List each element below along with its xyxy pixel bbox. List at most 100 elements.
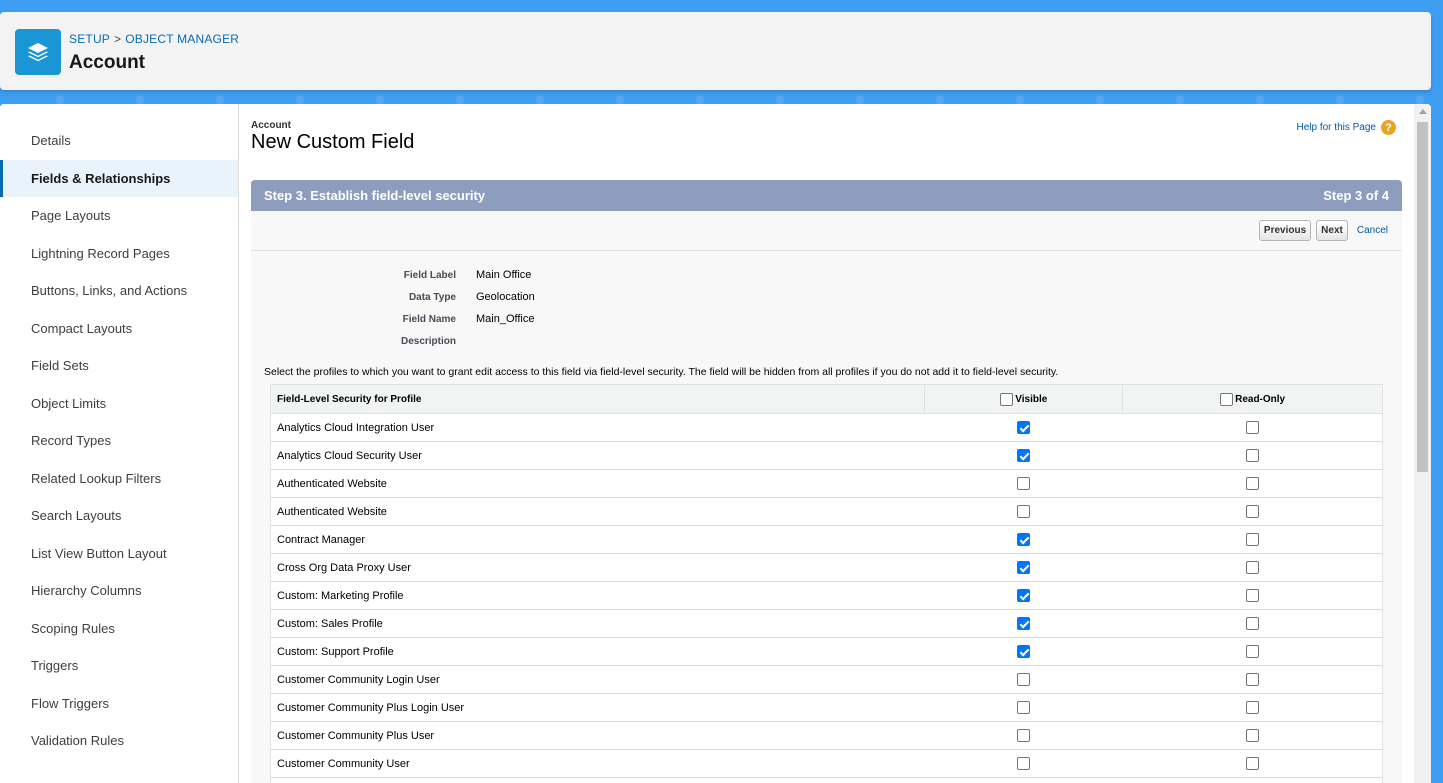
sidebar-item-list-view-button-layout[interactable]: List View Button Layout: [0, 535, 238, 573]
visible-checkbox[interactable]: [1017, 533, 1031, 546]
info-label: Description: [400, 335, 456, 347]
read-only-checkbox[interactable]: [1245, 617, 1259, 630]
cancel-link[interactable]: Cancel: [1357, 225, 1388, 236]
scrollbar[interactable]: [1414, 104, 1431, 783]
object-header: SETUP > OBJECT MANAGER Account: [0, 12, 1431, 90]
profile-name: Customer Community User: [270, 749, 925, 778]
read-only-checkbox[interactable]: [1245, 505, 1259, 518]
table-header-row: Field-Level Security for Profile Visible…: [269, 384, 1383, 414]
sidebar-item-validation-rules[interactable]: Validation Rules: [0, 722, 238, 760]
field-level-security-table: Field-Level Security for Profile Visible…: [269, 384, 1383, 783]
sidebar-item-buttons-links-and-actions[interactable]: Buttons, Links, and Actions: [0, 272, 238, 310]
sidebar-item-details[interactable]: Details: [0, 122, 238, 160]
read-only-checkbox[interactable]: [1245, 729, 1259, 742]
info-row: Field Label Main Office: [251, 264, 1402, 286]
read-only-checkbox[interactable]: [1245, 533, 1259, 546]
sidebar-item-record-types[interactable]: Record Types: [0, 422, 238, 460]
read-only-cell: [1122, 441, 1383, 470]
read-only-cell: [1122, 469, 1383, 498]
read-only-cell: [1122, 749, 1383, 778]
profile-name: Customer Community Plus User: [270, 721, 925, 750]
read-only-cell: [1122, 693, 1383, 722]
visible-cell: [924, 497, 1123, 526]
main-area: Details Fields & Relationships Page Layout…: [0, 104, 1431, 783]
visible-checkbox[interactable]: [1017, 421, 1031, 434]
scroll-thumb[interactable]: [1417, 122, 1428, 472]
sidebar-item-triggers[interactable]: Triggers: [0, 647, 238, 685]
table-row: Custom: Support Profile: [270, 637, 1383, 666]
previous-button[interactable]: Previous: [1258, 220, 1312, 241]
sidebar-item-search-layouts[interactable]: Search Layouts: [0, 497, 238, 535]
next-button[interactable]: Next: [1316, 220, 1348, 241]
read-only-cell: [1122, 553, 1383, 582]
header-profile: Field-Level Security for Profile: [269, 384, 926, 414]
visible-checkbox[interactable]: [1017, 757, 1031, 770]
breadcrumb-setup[interactable]: SETUP: [69, 32, 110, 46]
read-only-checkbox[interactable]: [1245, 673, 1259, 686]
profile-name: Custom: Support Profile: [270, 637, 925, 666]
visible-cell: [924, 469, 1123, 498]
sidebar-item-flow-triggers[interactable]: Flow Triggers: [0, 685, 238, 723]
visible-checkbox[interactable]: [1017, 449, 1031, 462]
visible-checkbox[interactable]: [1017, 645, 1031, 658]
step-title: Step 3. Establish field-level security: [264, 188, 486, 203]
sidebar-item-related-lookup-filters[interactable]: Related Lookup Filters: [0, 460, 238, 498]
read-only-checkbox[interactable]: [1245, 645, 1259, 658]
info-row: Description: [251, 330, 1402, 352]
field-info: Field Label Main Office Data Type Geolocati…: [251, 264, 1402, 352]
read-only-cell: [1122, 637, 1383, 666]
help-icon[interactable]: ?: [1381, 120, 1396, 135]
read-only-checkbox[interactable]: [1245, 449, 1259, 462]
table-row: [270, 777, 1383, 783]
read-only-cell: [1122, 413, 1383, 442]
step-panel: Step 3. Establish field-level security S…: [251, 180, 1402, 783]
help-link[interactable]: Help for this Page ?: [1297, 120, 1396, 135]
sidebar-item-field-sets[interactable]: Field Sets: [0, 347, 238, 385]
read-only-checkbox[interactable]: [1245, 757, 1259, 770]
read-only-select-all-checkbox[interactable]: [1220, 392, 1234, 406]
profile-name: Authenticated Website: [270, 469, 925, 498]
sidebar-item-hierarchy-columns[interactable]: Hierarchy Columns: [0, 572, 238, 610]
visible-checkbox[interactable]: [1017, 477, 1031, 490]
table-row: Custom: Marketing Profile: [270, 581, 1383, 610]
sidebar-item-fields-relationships[interactable]: Fields & Relationships: [0, 159, 238, 197]
visible-checkbox[interactable]: [1017, 673, 1031, 686]
scroll-up-arrow-icon[interactable]: [1414, 104, 1431, 118]
read-only-checkbox[interactable]: [1245, 701, 1259, 714]
sidebar: Details Fields & Relationships Page Layout…: [0, 104, 239, 783]
step-bar: Step 3. Establish field-level security S…: [251, 180, 1402, 211]
visible-cell: [924, 693, 1123, 722]
sidebar-item-page-layouts[interactable]: Page Layouts: [0, 197, 238, 235]
visible-cell: [924, 721, 1123, 750]
profile-name: Custom: Marketing Profile: [270, 581, 925, 610]
profile-name: Authenticated Website: [270, 497, 925, 526]
read-only-checkbox[interactable]: [1245, 421, 1259, 434]
read-only-checkbox[interactable]: [1245, 561, 1259, 574]
sidebar-item-compact-layouts[interactable]: Compact Layouts: [0, 310, 238, 348]
visible-cell: [924, 665, 1123, 694]
visible-checkbox[interactable]: [1017, 617, 1031, 630]
visible-checkbox[interactable]: [1017, 589, 1031, 602]
visible-select-all-checkbox[interactable]: [1000, 392, 1014, 406]
table-row: Customer Community Plus User: [270, 721, 1383, 750]
visible-checkbox[interactable]: [1017, 701, 1031, 714]
button-row: Previous Next Cancel: [251, 211, 1402, 251]
read-only-checkbox[interactable]: [1245, 589, 1259, 602]
sidebar-item-scoping-rules[interactable]: Scoping Rules: [0, 610, 238, 648]
sidebar-item-object-limits[interactable]: Object Limits: [0, 385, 238, 423]
info-label: Data Type: [408, 291, 456, 303]
step-counter: Step 3 of 4: [1323, 188, 1389, 203]
sidebar-item-lightning-record-pages[interactable]: Lightning Record Pages: [0, 235, 238, 273]
table-row: Customer Community User: [270, 749, 1383, 778]
read-only-cell: [1122, 777, 1383, 783]
help-link-label[interactable]: Help for this Page: [1297, 122, 1377, 133]
visible-cell: [924, 777, 1123, 783]
visible-checkbox[interactable]: [1017, 505, 1031, 518]
visible-checkbox[interactable]: [1017, 729, 1031, 742]
visible-checkbox[interactable]: [1017, 561, 1031, 574]
read-only-cell: [1122, 497, 1383, 526]
table-row: Customer Community Plus Login User: [270, 693, 1383, 722]
visible-cell: [924, 525, 1123, 554]
read-only-checkbox[interactable]: [1245, 477, 1259, 490]
breadcrumb-object-manager[interactable]: OBJECT MANAGER: [125, 32, 239, 46]
